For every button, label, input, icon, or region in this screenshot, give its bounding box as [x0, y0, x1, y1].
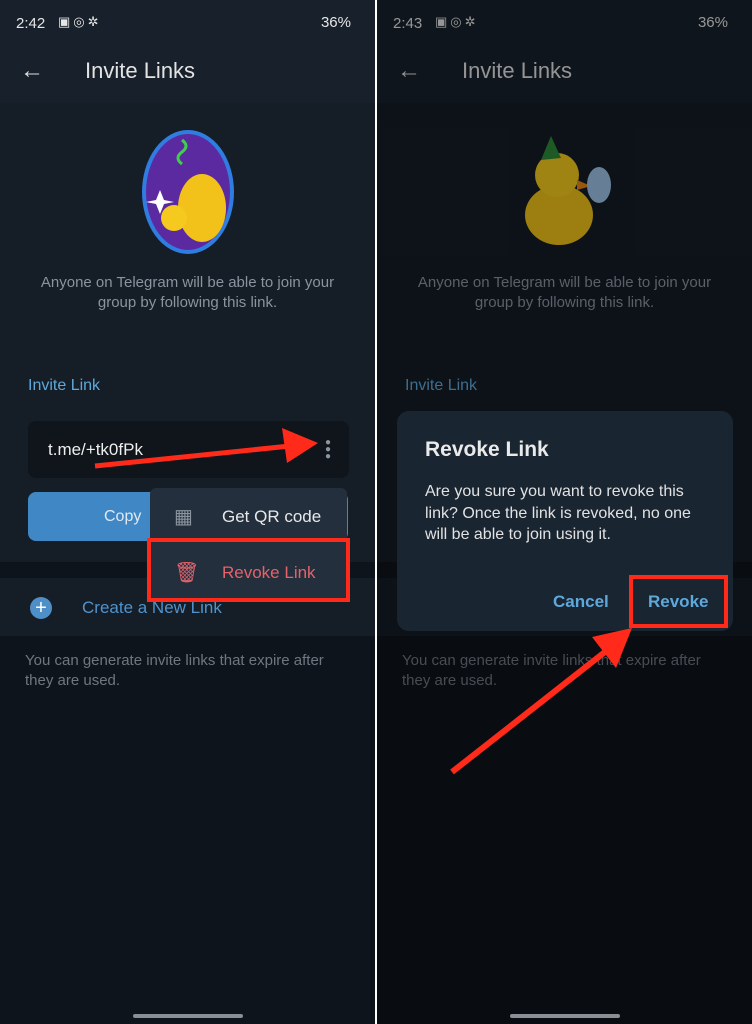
notification-icons: ▣◎✲: [58, 14, 102, 29]
menu-item-get-qr-code[interactable]: ▦ Get QR code: [150, 488, 347, 544]
copy-label: Copy: [104, 508, 142, 525]
right-screen: 2:43 ▣◎✲ 36% ← Invite Links Anyone on Te…: [377, 0, 752, 1024]
app-bar: ← Invite Links: [0, 45, 375, 103]
duck-sticker: [141, 130, 234, 254]
section-label: Invite Link: [28, 377, 101, 394]
dialog-message: Are you sure you want to revoke this lin…: [425, 483, 691, 543]
intro-text: Anyone on Telegram will be able to join …: [40, 274, 335, 311]
status-time: 2:42: [16, 15, 46, 32]
cancel-button[interactable]: Cancel: [553, 592, 609, 612]
invite-link-field[interactable]: t.me/+tk0fPk ● ● ●: [28, 421, 349, 478]
more-options-icon[interactable]: ● ● ●: [325, 438, 331, 462]
left-screen: 2:42 ▣◎✲ 36% ← Invite Links Anyone on Te…: [0, 0, 375, 1024]
menu-item-label: Get QR code: [222, 507, 322, 526]
annotation-highlight: [147, 538, 350, 602]
home-indicator[interactable]: [132, 1014, 243, 1018]
home-indicator[interactable]: [509, 1014, 620, 1018]
back-arrow-icon[interactable]: ←: [20, 57, 44, 85]
annotation-highlight: [629, 575, 728, 628]
page-title: Invite Links: [85, 58, 196, 83]
invite-link-text: t.me/+tk0fPk: [48, 440, 143, 459]
intro-section: Anyone on Telegram will be able to join …: [0, 103, 375, 352]
dialog-title: Revoke Link: [425, 438, 549, 461]
battery-level: 36%: [320, 14, 351, 31]
status-bar: 2:42 ▣◎✲ 36%: [0, 0, 375, 45]
footer-text: You can generate invite links that expir…: [25, 652, 324, 689]
plus-icon: +: [30, 597, 52, 619]
qr-code-icon: ▦: [174, 506, 193, 528]
